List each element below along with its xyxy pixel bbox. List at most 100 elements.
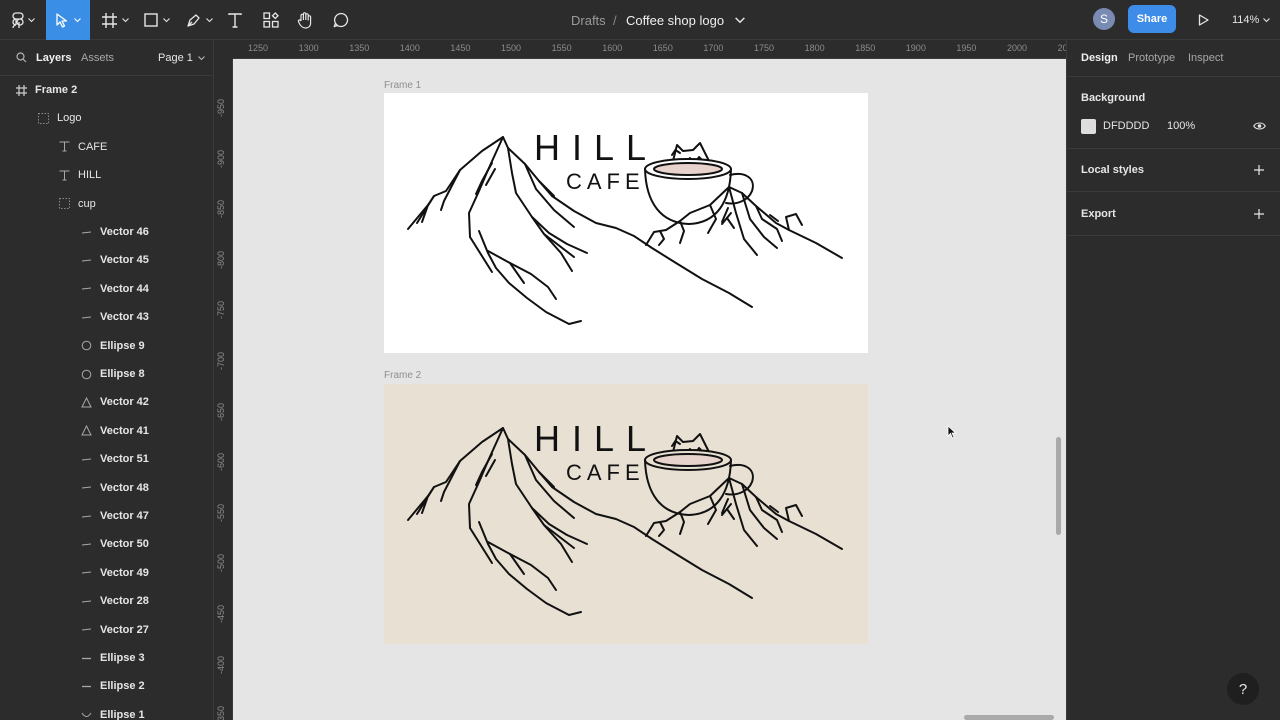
vertical-ruler: -950 -900 -850 -800 -750 -700 -650 -600 -550 -500… bbox=[214, 40, 233, 720]
layer-row[interactable]: Vector 28 bbox=[0, 587, 213, 615]
layer-row[interactable]: Ellipse 8 bbox=[0, 360, 213, 388]
vector-icon bbox=[80, 624, 92, 636]
logo-text-hill: HILL bbox=[534, 127, 658, 168]
vector-icon bbox=[80, 538, 92, 550]
vertical-scrollbar[interactable] bbox=[1056, 437, 1061, 535]
layer-row[interactable]: Vector 46 bbox=[0, 218, 213, 246]
hand-tool-button[interactable] bbox=[294, 0, 316, 40]
layer-row[interactable]: Ellipse 3 bbox=[0, 644, 213, 672]
text-tool-button[interactable] bbox=[224, 0, 246, 40]
layer-row[interactable]: Logo bbox=[0, 104, 213, 132]
layer-row[interactable]: Ellipse 1 bbox=[0, 701, 213, 720]
ruler-x-label: 1300 bbox=[298, 43, 319, 53]
ruler-y-label: -700 bbox=[216, 351, 226, 370]
comment-tool-button[interactable] bbox=[330, 0, 352, 40]
tab-design[interactable]: Design bbox=[1081, 40, 1118, 76]
ruler-y-label: -800 bbox=[216, 250, 226, 269]
frame2-label[interactable]: Frame 2 bbox=[384, 370, 421, 381]
tab-inspect[interactable]: Inspect bbox=[1188, 40, 1223, 76]
design-canvas[interactable]: 1250 1300 1350 1400 1450 1500 1550 1600 1650 1700… bbox=[214, 40, 1066, 720]
layer-row[interactable]: cup bbox=[0, 190, 213, 218]
layer-row[interactable]: Vector 27 bbox=[0, 616, 213, 644]
triangle-vector-icon bbox=[80, 396, 92, 408]
zoom-dropdown[interactable]: 114% bbox=[1232, 0, 1271, 40]
divider bbox=[1067, 148, 1280, 149]
layer-row[interactable]: Vector 48 bbox=[0, 474, 213, 502]
add-export-plus-icon[interactable] bbox=[1253, 208, 1265, 220]
frame-1[interactable]: HILL CAFE bbox=[384, 93, 868, 353]
breadcrumb-parent[interactable]: Drafts bbox=[571, 0, 606, 40]
layer-row[interactable]: Vector 44 bbox=[0, 275, 213, 303]
layer-row[interactable]: Vector 41 bbox=[0, 417, 213, 445]
vector-icon bbox=[80, 567, 92, 579]
logo-text-cafe: CAFE bbox=[566, 460, 645, 485]
share-button[interactable]: Share bbox=[1128, 5, 1176, 33]
layer-row[interactable]: Ellipse 2 bbox=[0, 672, 213, 700]
logo-text-hill: HILL bbox=[534, 418, 658, 459]
hash-frame-icon bbox=[101, 12, 117, 28]
chevron-down-icon bbox=[121, 17, 129, 22]
search-icon[interactable] bbox=[16, 52, 27, 63]
resources-tool-button[interactable] bbox=[260, 0, 282, 40]
move-tool-button[interactable] bbox=[46, 0, 90, 40]
layer-row[interactable]: Vector 45 bbox=[0, 246, 213, 274]
ruler-x-label: 1500 bbox=[501, 43, 522, 53]
left-panel-tabs: Layers Assets Page 1 bbox=[0, 40, 213, 76]
layer-row[interactable]: Vector 51 bbox=[0, 445, 213, 473]
frame-2[interactable]: HILL CAFE bbox=[384, 384, 868, 644]
layer-row[interactable]: Vector 49 bbox=[0, 559, 213, 587]
layer-row[interactable]: Frame 2 bbox=[0, 76, 213, 104]
layer-row[interactable]: CAFE bbox=[0, 133, 213, 161]
background-section-title: Background bbox=[1081, 92, 1146, 104]
background-opacity-value[interactable]: 100% bbox=[1167, 120, 1195, 132]
tab-layers[interactable]: Layers bbox=[36, 40, 71, 76]
layer-row[interactable]: Vector 47 bbox=[0, 502, 213, 530]
layer-name: Ellipse 3 bbox=[100, 652, 145, 664]
pen-tool-button[interactable] bbox=[182, 0, 216, 40]
divider bbox=[1067, 191, 1280, 192]
zoom-level: 114% bbox=[1232, 14, 1260, 26]
tab-assets[interactable]: Assets bbox=[81, 40, 114, 76]
ruler-x-label: 20 bbox=[1057, 43, 1066, 53]
properties-panel: Design Prototype Inspect Background DFDD… bbox=[1066, 40, 1280, 720]
eye-visibility-icon[interactable] bbox=[1253, 121, 1266, 131]
layer-row[interactable]: Ellipse 9 bbox=[0, 332, 213, 360]
cursor-arrow-icon bbox=[55, 12, 67, 28]
layer-name: Ellipse 1 bbox=[100, 708, 145, 720]
chevron-down-icon[interactable] bbox=[735, 16, 745, 26]
group-icon bbox=[58, 198, 70, 210]
ruler-x-label: 1250 bbox=[248, 43, 269, 53]
main-menu-button[interactable] bbox=[8, 0, 38, 40]
background-color-swatch[interactable] bbox=[1081, 119, 1096, 134]
ruler-x-label: 1850 bbox=[855, 43, 876, 53]
layer-row[interactable]: Vector 42 bbox=[0, 388, 213, 416]
ruler-x-label: 1900 bbox=[905, 43, 926, 53]
horizontal-scrollbar[interactable] bbox=[964, 715, 1054, 720]
frame1-label[interactable]: Frame 1 bbox=[384, 80, 421, 91]
chevron-down-icon bbox=[73, 17, 81, 22]
play-icon bbox=[1198, 14, 1209, 26]
ruler-y-label: -850 bbox=[216, 200, 226, 219]
toolbar: Drafts / Coffee shop logo S Share 114% bbox=[0, 0, 1280, 40]
layer-name: Vector 47 bbox=[100, 510, 149, 522]
layer-name: HILL bbox=[78, 169, 102, 182]
layer-row[interactable]: HILL bbox=[0, 161, 213, 189]
layer-row[interactable]: Vector 50 bbox=[0, 530, 213, 558]
tab-prototype[interactable]: Prototype bbox=[1128, 40, 1175, 76]
ellipse-arc-icon bbox=[80, 709, 92, 720]
add-local-style-plus-icon[interactable] bbox=[1253, 164, 1265, 176]
help-button[interactable]: ? bbox=[1227, 673, 1259, 705]
layer-name: Vector 43 bbox=[100, 311, 149, 324]
background-hex-value[interactable]: DFDDDD bbox=[1103, 120, 1149, 132]
ruler-y-label: -750 bbox=[216, 301, 226, 320]
layer-name: Vector 42 bbox=[100, 396, 149, 409]
present-button[interactable] bbox=[1192, 0, 1214, 40]
ruler-y-label: -350 bbox=[216, 706, 226, 720]
file-name[interactable]: Coffee shop logo bbox=[626, 0, 724, 40]
layer-row[interactable]: Vector 43 bbox=[0, 303, 213, 331]
frame-tool-button[interactable] bbox=[98, 0, 132, 40]
page-selector[interactable]: Page 1 bbox=[158, 40, 205, 76]
components-icon bbox=[263, 12, 279, 28]
user-avatar[interactable]: S bbox=[1093, 8, 1115, 30]
shape-tool-button[interactable] bbox=[140, 0, 174, 40]
